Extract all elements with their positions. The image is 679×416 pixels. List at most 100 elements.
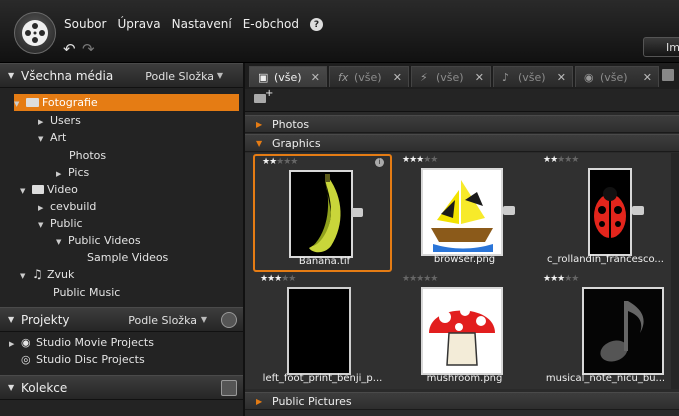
collections-header[interactable]: ▼ Kolekce [0, 375, 243, 400]
photo-icon: ▣ [258, 71, 269, 84]
browser-toolbar [245, 88, 679, 112]
vertical-scrollbar[interactable] [671, 153, 679, 389]
tree-item-users[interactable]: ▶ Users [38, 112, 81, 129]
rating-stars[interactable]: ★★★★★ [260, 274, 296, 284]
rating-stars[interactable]: ★★★★★ [543, 274, 579, 284]
close-icon[interactable]: ✕ [475, 67, 484, 88]
add-project-icon[interactable] [221, 312, 237, 328]
collapse-arrow-icon[interactable]: ▼ [8, 71, 14, 80]
expand-arrow-icon[interactable]: ▼ [38, 217, 50, 234]
tree-item-public[interactable]: ▼ Public [38, 215, 83, 232]
add-collection-icon[interactable] [221, 380, 237, 396]
tree-item-cevbuild[interactable]: ▶ cevbuild [38, 198, 96, 215]
tree-item-zvuk[interactable]: ▼ ♫ Zvuk [20, 266, 74, 283]
thumbnail-item[interactable]: ★★★★★ left_foot_print_benji_p... [253, 273, 392, 391]
tree-item-public-music[interactable]: Public Music [53, 284, 120, 301]
expand-arrow-icon[interactable]: ▼ [14, 96, 26, 113]
help-icon[interactable]: ? [309, 18, 323, 31]
group-public-pictures[interactable]: ▶ Public Pictures [245, 392, 679, 410]
collapse-arrow-icon[interactable]: ▼ [256, 135, 262, 153]
expand-arrow-icon[interactable]: ▶ [256, 116, 262, 134]
tab-photos[interactable]: ▣ (vše) ✕ [249, 66, 327, 87]
tab-effects[interactable]: fx (vše) ✕ [329, 66, 409, 87]
group-graphics[interactable]: ▼ Graphics [245, 134, 679, 152]
media-browser: ▣ (vše) ✕ fx (vše) ✕ ⚡ (vše) ✕ ♪ (vše) ✕ ◉ (vše) ✕… [245, 63, 679, 416]
tree-item-sample-videos[interactable]: Sample Videos [87, 249, 168, 266]
tab-audio[interactable]: ♪ (vše) ✕ [493, 66, 573, 87]
library-sort-dropdown[interactable]: Podle Složka [145, 70, 214, 83]
tab-disc[interactable]: ◉ (vše) ✕ [575, 66, 659, 87]
disc-project-icon: ◎ [21, 353, 31, 366]
tree-item-fotografie[interactable]: ▼ Fotografie [14, 94, 239, 111]
menu-item-e-obchod[interactable]: E-obchod [243, 17, 299, 31]
music-note-thumbnail [582, 287, 664, 375]
thumbnail-item[interactable]: ★★★★★ browser.png [395, 154, 534, 272]
thumbnail-item[interactable]: ★★★★★ musical_note_nicu_bu... [536, 273, 675, 391]
menu-item-uprava[interactable]: Úprava [117, 17, 160, 31]
menu-item-soubor[interactable]: Soubor [64, 17, 106, 31]
rating-stars[interactable]: ★★★★★ [543, 155, 579, 165]
thumbnail-item[interactable]: ★★★★★ c_rollandin_francesco... [536, 154, 675, 272]
tab-menu-icon[interactable] [662, 69, 674, 81]
tree-item-photos[interactable]: Photos [69, 147, 106, 164]
add-folder-icon[interactable] [254, 88, 273, 103]
redo-icon[interactable]: ↷ [82, 40, 95, 58]
tag-icon[interactable] [351, 208, 363, 217]
projects-header[interactable]: ▼ Projekty Podle Složka ▼ [0, 307, 243, 332]
rating-stars[interactable]: ★★★★★ [262, 157, 298, 167]
close-icon[interactable]: ✕ [311, 67, 320, 88]
ladybug-thumbnail [588, 168, 632, 256]
expand-arrow-icon[interactable]: ▼ [38, 131, 50, 148]
tree-item-video[interactable]: ▼ Video [20, 181, 78, 198]
tag-icon[interactable] [632, 206, 644, 215]
lightning-icon: ⚡ [420, 71, 428, 84]
expand-arrow-icon[interactable]: ▼ [56, 234, 68, 251]
import-button[interactable]: Im [643, 37, 679, 57]
project-studio-movie-projects[interactable]: ▶ ◉ Studio Movie Projects [9, 334, 154, 351]
project-studio-disc-projects[interactable]: ◎ Studio Disc Projects [21, 351, 145, 368]
expand-arrow-icon[interactable]: ▶ [256, 393, 262, 411]
rating-stars[interactable]: ★★★★★ [402, 274, 438, 284]
library-title: Všechna média [21, 69, 114, 83]
studio-logo-icon[interactable] [14, 12, 56, 54]
video-camera-icon [32, 185, 44, 194]
rating-stars[interactable]: ★★★★★ [402, 155, 438, 165]
projects-sort-dropdown[interactable]: Podle Složka [128, 314, 197, 327]
expand-arrow-icon[interactable]: ▼ [20, 268, 32, 285]
library-header[interactable]: ▼ Všechna média Podle Složka ▼ [0, 63, 243, 88]
note-icon: ♪ [502, 71, 510, 84]
group-photos[interactable]: ▶ Photos [245, 115, 679, 133]
info-icon[interactable]: i [375, 158, 384, 167]
disc-icon: ◉ [584, 71, 594, 84]
thumbnail-item[interactable]: ★★★★★ mushroom.png [395, 273, 534, 391]
filter-tabs: ▣ (vše) ✕ fx (vše) ✕ ⚡ (vše) ✕ ♪ (vše) ✕ ◉ (vše) ✕ [245, 63, 679, 89]
expand-arrow-icon[interactable]: ▼ [20, 183, 32, 200]
movie-project-icon: ◉ [21, 336, 31, 349]
camera-icon [26, 98, 39, 107]
undo-icon[interactable]: ↶ [63, 40, 76, 58]
menu-bar: Soubor Úprava Nastavení E-obchod ? [64, 17, 323, 31]
close-icon[interactable]: ✕ [557, 67, 566, 88]
banana-thumbnail [289, 170, 353, 258]
chevron-down-icon[interactable]: ▼ [201, 315, 207, 324]
collapse-arrow-icon[interactable]: ▼ [8, 315, 14, 324]
collapse-arrow-icon[interactable]: ▼ [8, 383, 14, 392]
expand-arrow-icon[interactable]: ▶ [9, 336, 21, 353]
tree-item-pics[interactable]: ▶ Pics [56, 164, 89, 181]
close-icon[interactable]: ✕ [393, 67, 402, 88]
chevron-down-icon[interactable]: ▼ [217, 71, 223, 80]
library-sidebar: ▼ Všechna média Podle Složka ▼ ▼ Fotograf… [0, 63, 245, 416]
title-bar: Soubor Úprava Nastavení E-obchod ? ↶ ↷ I… [0, 0, 679, 63]
music-note-icon: ♫ [32, 267, 43, 281]
thumbnail-item[interactable]: ★★★★★ i Banana.tif [253, 154, 392, 272]
tree-item-art[interactable]: ▼ Art [38, 129, 66, 146]
tab-transitions[interactable]: ⚡ (vše) ✕ [411, 66, 491, 87]
footprint-thumbnail [287, 287, 351, 375]
fx-icon: fx [338, 71, 349, 84]
tree-item-public-videos[interactable]: ▼ Public Videos [56, 232, 141, 249]
thumbnail-grid: ★★★★★ i Banana.tif ★★★★★ browser.png ★★★… [245, 153, 679, 389]
close-icon[interactable]: ✕ [643, 67, 652, 88]
menu-item-nastaveni[interactable]: Nastavení [172, 17, 232, 31]
ship-thumbnail [421, 168, 503, 256]
tag-icon[interactable] [503, 206, 515, 215]
